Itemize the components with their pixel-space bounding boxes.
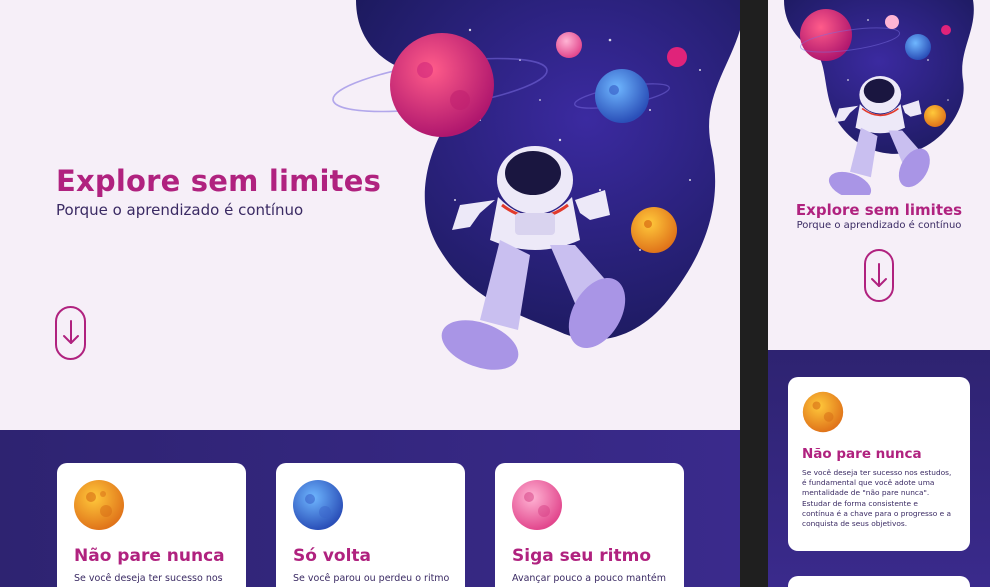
card-title: Não pare nunca <box>802 446 922 462</box>
card-title: Não pare nunca <box>74 546 225 566</box>
hero-title: Explore sem limites <box>56 164 382 198</box>
hero-section: Explore sem limites Porque o aprendizado… <box>0 0 740 430</box>
card-text: Se você parou ou perdeu o ritmo <box>293 573 450 584</box>
scroll-down-button[interactable] <box>864 249 894 302</box>
card-text: Se você deseja ter sucesso nos <box>74 573 223 584</box>
canvas: Explore sem limites Porque o aprendizado… <box>0 0 990 587</box>
feature-card: Só volta Se você parou ou perdeu o ritmo <box>276 463 465 587</box>
feature-card-partial <box>788 576 970 587</box>
feature-card: Não pare nunca Se você deseja ter sucess… <box>788 377 970 551</box>
orange-planet-icon <box>802 391 844 433</box>
hero-subtitle: Porque o aprendizado é contínuo <box>796 220 962 231</box>
feature-card: Não pare nunca Se você deseja ter sucess… <box>57 463 246 587</box>
feature-card: Siga seu ritmo Avançar pouco a pouco man… <box>495 463 684 587</box>
hero-subtitle: Porque o aprendizado é contínuo <box>56 201 304 219</box>
scroll-down-button[interactable] <box>55 306 86 360</box>
blue-planet-icon <box>293 480 343 530</box>
space-illustration <box>784 0 974 195</box>
card-title: Só volta <box>293 546 372 566</box>
mobile-preview: Explore sem limites Porque o aprendizado… <box>768 0 990 587</box>
card-text: Se você deseja ter sucesso nos estudos, … <box>802 468 952 529</box>
desktop-preview: Explore sem limites Porque o aprendizado… <box>0 0 740 587</box>
hero-title: Explore sem limites <box>795 201 963 219</box>
card-text: Avançar pouco a pouco mantém <box>512 573 666 584</box>
card-title: Siga seu ritmo <box>512 546 652 566</box>
orange-planet-icon <box>74 480 124 530</box>
arrow-down-icon <box>62 320 79 344</box>
pink-planet-icon <box>512 480 562 530</box>
arrow-down-icon <box>871 262 887 287</box>
